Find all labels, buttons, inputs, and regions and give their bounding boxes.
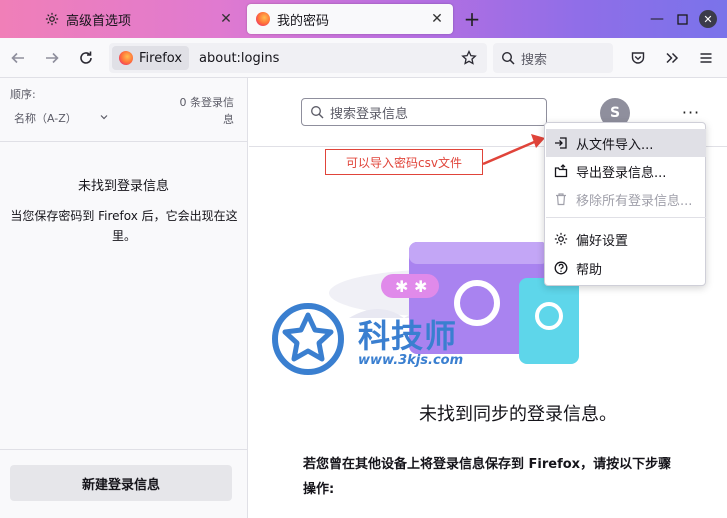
- pocket-button[interactable]: [626, 46, 650, 70]
- menu-item-preferences[interactable]: 偏好设置: [546, 225, 706, 253]
- firefox-icon: [119, 51, 133, 65]
- watermark-url: www.3kjs.com: [358, 353, 464, 368]
- identity-label: Firefox: [139, 50, 183, 66]
- forward-button[interactable]: [40, 46, 64, 70]
- tab-strip: 高级首选项 ✕ 我的密码 ✕ + — ✕: [0, 0, 727, 38]
- back-button[interactable]: [6, 46, 30, 70]
- new-tab-button[interactable]: +: [460, 7, 484, 31]
- menu-item-import-from-file[interactable]: 从文件导入...: [546, 129, 706, 157]
- chevron-down-icon: [99, 112, 109, 125]
- firefox-icon: [255, 11, 271, 27]
- menu-item-label: 偏好设置: [576, 233, 629, 249]
- menu-separator: [546, 217, 706, 218]
- tab-my-passwords[interactable]: 我的密码 ✕: [247, 4, 453, 34]
- menu-item-export-logins[interactable]: 导出登录信息...: [546, 157, 706, 185]
- illustration-card-header: [409, 242, 549, 264]
- trash-icon: [554, 192, 568, 206]
- divider: [0, 449, 247, 450]
- reload-button[interactable]: [74, 46, 98, 70]
- login-count-line: 0 条登录信: [179, 96, 235, 109]
- watermark-star-logo-icon: [272, 303, 344, 375]
- tab-advanced-preferences[interactable]: 高级首选项 ✕: [36, 4, 242, 34]
- gear-icon: [44, 11, 60, 27]
- close-icon[interactable]: ✕: [218, 11, 234, 27]
- options-menu: 从文件导入... 导出登录信息... 移除所有登录信息... 偏好设置 帮助: [544, 122, 706, 286]
- sort-select[interactable]: 名称（A-Z）: [14, 110, 109, 126]
- window-close-button[interactable]: ✕: [698, 9, 718, 29]
- new-login-button[interactable]: 新建登录信息: [10, 465, 232, 501]
- tab-label: 高级首选项: [66, 13, 132, 29]
- sync-empty-title: 未找到同步的登录信息。: [419, 404, 617, 425]
- menu-item-label: 从文件导入...: [576, 137, 654, 153]
- menu-item-remove-all-logins[interactable]: 移除所有登录信息...: [546, 185, 706, 213]
- close-icon[interactable]: ✕: [429, 11, 445, 27]
- menu-item-label: 导出登录信息...: [576, 165, 667, 181]
- sort-label: 顺序:: [10, 88, 36, 101]
- close-icon: ✕: [699, 10, 717, 28]
- menu-item-label: 移除所有登录信息...: [576, 193, 693, 209]
- login-count-line: 息: [223, 113, 234, 126]
- import-icon: [554, 136, 568, 150]
- bookmark-star-icon[interactable]: [457, 50, 481, 66]
- login-count: 0 条登录信 息: [170, 94, 235, 128]
- search-icon: [501, 51, 515, 65]
- watermark: 科技师 www.3kjs.com: [272, 303, 502, 375]
- tab-label: 我的密码: [277, 13, 330, 29]
- annotation-callout: 可以导入密码csv文件: [325, 149, 483, 175]
- divider: [0, 141, 247, 142]
- menu-item-help[interactable]: 帮助: [546, 254, 706, 282]
- gear-icon: [554, 232, 568, 246]
- sync-instructions: 若您曾在其他设备上将登录信息保存到 Firefox，请按以下步骤操作:: [303, 457, 672, 497]
- illustration-password-dots: ✱ ✱: [395, 277, 427, 296]
- url-text[interactable]: about:logins: [199, 51, 457, 66]
- empty-description: 当您保存密码到 Firefox 后，它会出现在这里。: [10, 209, 238, 243]
- minimize-button[interactable]: —: [647, 9, 667, 29]
- identity-box[interactable]: Firefox: [112, 46, 190, 70]
- search-bar[interactable]: 搜索: [493, 43, 613, 73]
- navigation-toolbar: Firefox about:logins 搜索: [0, 38, 727, 78]
- menu-item-label: 帮助: [576, 262, 603, 278]
- search-placeholder: 搜索: [521, 52, 548, 68]
- sort-value: 名称（A-Z）: [14, 112, 77, 125]
- logins-sidebar: 顺序: 名称（A-Z） 0 条登录信 息 未找到登录信息 当您保存密码到 Fir…: [0, 78, 248, 518]
- maximize-button[interactable]: [672, 9, 692, 29]
- hamburger-menu-button[interactable]: [694, 46, 718, 70]
- url-bar[interactable]: Firefox about:logins: [109, 43, 487, 73]
- export-icon: [554, 164, 568, 178]
- callout-arrow-icon: [482, 134, 545, 166]
- overflow-chevron-button[interactable]: [660, 46, 684, 70]
- watermark-text: 科技师: [358, 317, 458, 355]
- help-icon: [554, 261, 568, 275]
- empty-title: 未找到登录信息: [77, 179, 169, 194]
- illustration-phone: [519, 278, 579, 364]
